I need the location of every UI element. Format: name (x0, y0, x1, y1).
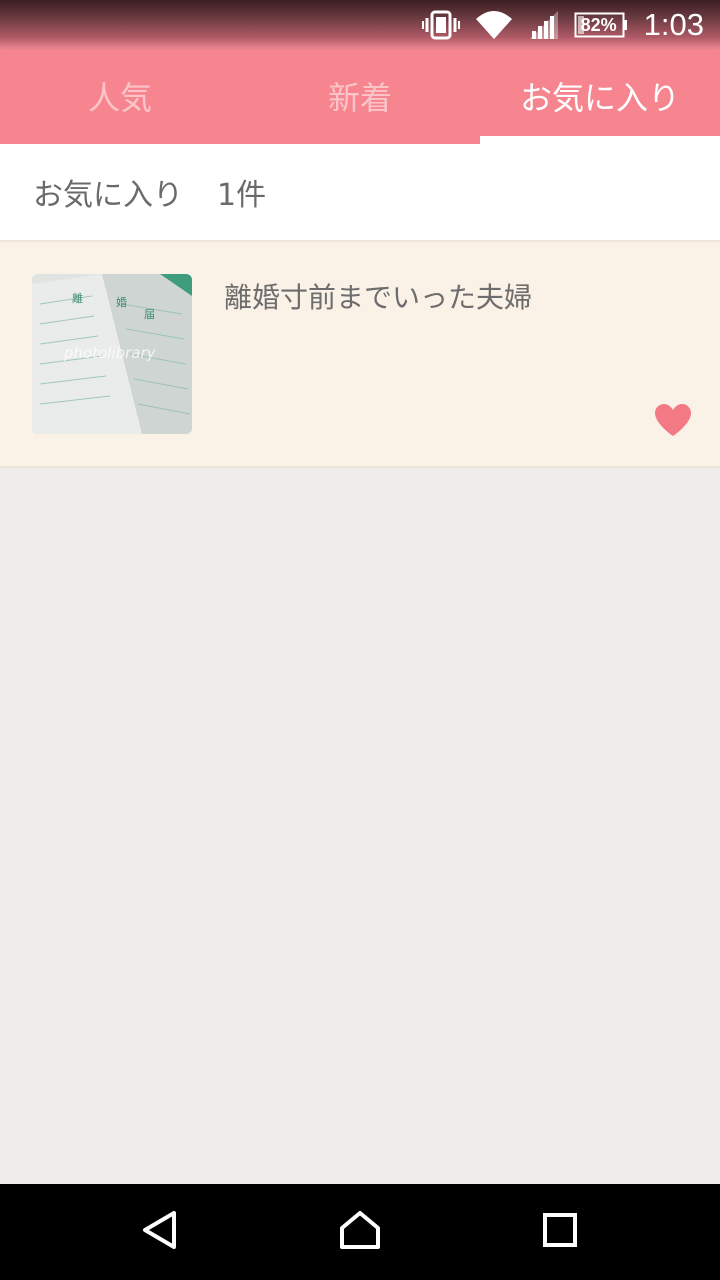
tab-new-label: 新着 (327, 79, 392, 117)
back-icon (140, 1210, 180, 1254)
svg-text:離: 離 (72, 291, 83, 305)
battery-icon: 82% (574, 12, 628, 38)
back-button[interactable] (100, 1184, 220, 1280)
favorites-count: 1件 (217, 178, 267, 213)
thumbnail-watermark: photolibrary (63, 344, 157, 362)
navigation-bar (0, 1184, 720, 1280)
article-title: 離婚寸前までいった夫婦 (224, 281, 533, 314)
vibrate-icon (421, 10, 460, 40)
favorites-header: お気に入り 1件 (0, 144, 720, 242)
clock: 1:03 (643, 7, 704, 42)
tab-favorites[interactable]: お気に入り (480, 50, 720, 144)
article-thumbnail: 離 婚 届 photolibrary (32, 274, 192, 434)
active-tab-indicator (480, 136, 720, 144)
home-button[interactable] (300, 1184, 420, 1280)
list-item[interactable]: 離 婚 届 photolibrary 離婚寸前までいった夫婦 (0, 242, 720, 468)
tab-popular-label: 人気 (87, 79, 152, 117)
svg-text:届: 届 (144, 308, 155, 321)
battery-percent: 82% (580, 14, 617, 35)
tab-favorites-label: お気に入り (519, 79, 680, 117)
recents-icon (542, 1212, 578, 1252)
favorites-header-label: お気に入り (33, 178, 183, 213)
signal-icon (528, 9, 560, 41)
recents-button[interactable] (500, 1184, 620, 1280)
tab-bar: 人気 新着 お気に入り (0, 50, 720, 144)
svg-text:婚: 婚 (116, 295, 127, 309)
tab-new[interactable]: 新着 (240, 50, 480, 144)
wifi-icon (474, 9, 514, 41)
status-bar: 82% 1:03 (0, 0, 720, 50)
status-icons: 82% 1:03 (421, 0, 704, 50)
home-icon (339, 1210, 381, 1254)
heart-icon[interactable] (654, 403, 692, 437)
tab-popular[interactable]: 人気 (0, 50, 240, 144)
